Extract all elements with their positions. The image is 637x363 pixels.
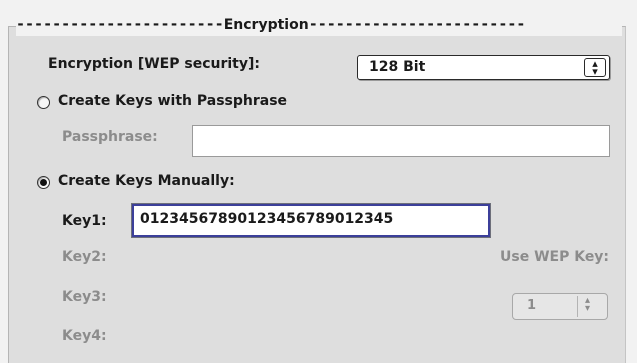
passphrase-radio-label[interactable]: Create Keys with Passphrase: [58, 93, 287, 109]
manual-keys-radio[interactable]: [37, 176, 50, 189]
section-title-dashes-right: ------------------------: [308, 15, 526, 33]
encryption-label: Encryption [WEP security]:: [48, 56, 260, 72]
manual-keys-radio-label[interactable]: Create Keys Manually:: [58, 173, 235, 189]
popup-divider: [577, 296, 578, 317]
passphrase-label: Passphrase:: [62, 129, 158, 145]
use-wep-key-value: 1: [527, 298, 537, 313]
section-title: -----------------------Encryption-------…: [16, 12, 622, 36]
key1-field[interactable]: 01234567890123456789012345: [131, 203, 491, 238]
key2-label: Key2:: [62, 249, 107, 265]
popup-arrows-icon: ▴ ▾: [585, 295, 591, 314]
passphrase-radio[interactable]: [37, 96, 50, 109]
use-wep-key-label: Use WEP Key:: [500, 249, 610, 265]
section-title-dashes-left: -----------------------: [16, 15, 224, 33]
popup-arrows-icon: ▴ ▾: [584, 58, 606, 77]
use-wep-key-popup[interactable]: 1 ▴ ▾: [512, 293, 608, 320]
passphrase-field[interactable]: [192, 125, 610, 157]
encryption-popup[interactable]: 128 Bit ▴ ▾: [357, 55, 610, 80]
key3-label: Key3:: [62, 289, 107, 305]
key1-field-value: 01234567890123456789012345: [140, 211, 394, 227]
key1-label: Key1:: [62, 213, 107, 229]
key4-label: Key4:: [62, 328, 107, 344]
section-title-text: Encryption: [223, 17, 309, 33]
encryption-popup-value: 128 Bit: [369, 59, 426, 75]
